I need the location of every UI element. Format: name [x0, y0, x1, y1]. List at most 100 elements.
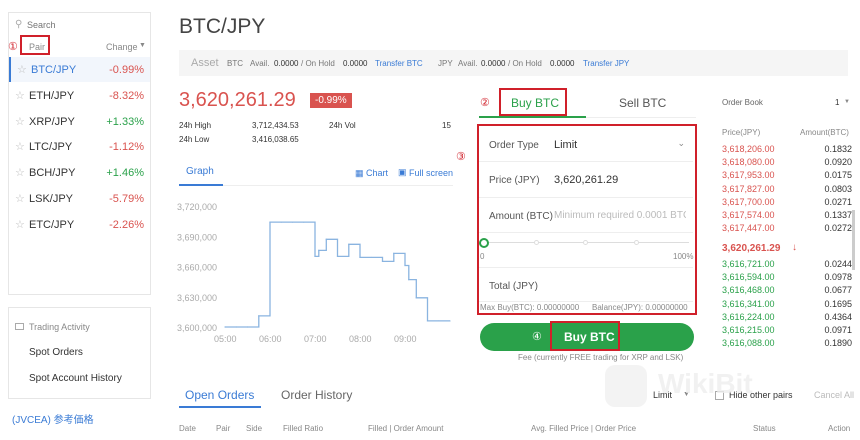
- y-tick-label: 3,690,000: [177, 232, 217, 242]
- jpy-hold-label: / On Hold: [508, 59, 542, 68]
- ask-row[interactable]: 3,618,080.00 0.0920: [722, 156, 852, 169]
- sort-icon[interactable]: ▼: [139, 42, 146, 49]
- ask-amount: 0.0175: [824, 170, 852, 181]
- bid-row[interactable]: 3,616,721.00 0.0244: [722, 258, 852, 271]
- star-icon[interactable]: ☆: [15, 218, 25, 231]
- down-arrow-icon: ↓: [792, 242, 797, 253]
- star-icon[interactable]: ☆: [17, 63, 27, 76]
- pair-row-lsk-jpy[interactable]: ☆ LSK/JPY -5.79%: [9, 186, 150, 211]
- jpy-avail-label: Avail.: [458, 59, 478, 68]
- orderbook-scrollbar[interactable]: [852, 210, 855, 270]
- watermark-text: WikiBit: [658, 368, 753, 399]
- pair-change: +1.46%: [106, 167, 144, 180]
- x-tick-label: 05:00: [214, 334, 237, 344]
- tab-open-orders[interactable]: Open Orders: [185, 388, 254, 402]
- pair-name: LTC/JPY: [29, 141, 73, 154]
- price-point: [314, 255, 316, 258]
- bid-row[interactable]: 3,616,224.00 0.4364: [722, 311, 852, 324]
- ask-row[interactable]: 3,618,206.00 0.1832: [722, 143, 852, 156]
- bid-amount: 0.0978: [824, 272, 852, 283]
- annotation-box-pair: [20, 35, 50, 55]
- change-column-header[interactable]: Change: [106, 42, 138, 52]
- chart-icon[interactable]: ▦: [355, 168, 364, 179]
- pair-name: BTC/JPY: [31, 64, 77, 76]
- star-icon[interactable]: ☆: [15, 140, 25, 153]
- price-point: [348, 243, 350, 245]
- transfer-btc-link[interactable]: Transfer BTC: [375, 59, 423, 68]
- pair-row-eth-jpy[interactable]: ☆ ETH/JPY -8.32%: [9, 83, 150, 108]
- chart-svg: 3,720,000 3,690,000 3,660,000 3,630,000 3,60…: [177, 202, 451, 344]
- ask-row[interactable]: 3,617,953.00 0.0175: [722, 169, 852, 182]
- search-input[interactable]: [27, 17, 142, 33]
- spot-history-link[interactable]: Spot Account History: [29, 373, 122, 384]
- price-point: [303, 221, 305, 223]
- tab-order-history[interactable]: Order History: [281, 388, 352, 402]
- orders-col-header: Filled Ratio: [283, 424, 324, 433]
- star-icon[interactable]: ☆: [15, 192, 25, 205]
- pair-row-xrp-jpy[interactable]: ☆ XRP/JPY +1.33%: [9, 109, 150, 134]
- price-line-series: [225, 221, 450, 328]
- ask-price: 3,617,574.00: [722, 210, 775, 220]
- page-title: BTC/JPY: [179, 15, 266, 38]
- fullscreen-icon[interactable]: ▣: [398, 167, 407, 178]
- price-point: [280, 221, 282, 223]
- transfer-jpy-link[interactable]: Transfer JPY: [583, 59, 629, 68]
- price-point: [449, 320, 451, 322]
- bid-row[interactable]: 3,616,594.00 0.0978: [722, 271, 852, 284]
- price-point: [426, 320, 429, 322]
- depth-select[interactable]: 1: [835, 98, 839, 107]
- ask-amount: 0.0803: [824, 183, 852, 194]
- last-price: 3,620,261.29: [179, 89, 296, 111]
- bid-row[interactable]: 3,616,341.00 0.1695: [722, 298, 852, 311]
- tab-divider: [586, 117, 696, 118]
- price-point: [246, 326, 249, 328]
- depth-chevron-icon[interactable]: ▼: [844, 99, 850, 105]
- buy-tab-underline: [479, 116, 586, 118]
- activity-icon: [15, 323, 24, 330]
- annotation-box-buy-button: [550, 321, 620, 351]
- tab-graph[interactable]: Graph: [186, 166, 214, 177]
- pair-change: -2.26%: [109, 218, 144, 231]
- annotation-4: ④: [532, 331, 542, 343]
- pair-name: ETH/JPY: [29, 89, 75, 102]
- cancel-all-button[interactable]: Cancel All: [814, 390, 854, 400]
- ask-row[interactable]: 3,617,447.00 0.0272: [722, 222, 852, 235]
- price-point: [359, 256, 361, 259]
- bid-row[interactable]: 3,616,215.00 0.0971: [722, 324, 852, 337]
- price-point: [291, 221, 294, 223]
- chart-link[interactable]: Chart: [366, 168, 388, 178]
- price-chart: 3,720,000 3,690,000 3,660,000 3,630,000 3,60…: [175, 195, 455, 350]
- ask-amount: 0.1832: [824, 144, 852, 154]
- price-point: [224, 326, 226, 328]
- bid-row[interactable]: 3,616,468.00 0.0677: [722, 284, 852, 297]
- ask-row[interactable]: 3,617,574.00 0.1337: [722, 209, 852, 222]
- ask-row[interactable]: 3,617,700.00 0.0271: [722, 196, 852, 209]
- bid-row[interactable]: 3,616,088.00 0.1890: [722, 337, 852, 350]
- jvcea-link[interactable]: (JVCEA) 参考価格: [12, 411, 94, 426]
- pair-row-ltc-jpy[interactable]: ☆ LTC/JPY -1.12%: [9, 134, 150, 159]
- ask-price: 3,617,447.00: [722, 223, 775, 234]
- pair-name: BCH/JPY: [29, 167, 76, 180]
- pair-row-btc-jpy[interactable]: ☆ BTC/JPY -0.99%: [9, 57, 150, 82]
- fullscreen-link[interactable]: Full screen: [409, 168, 453, 178]
- price-point: [438, 320, 440, 322]
- search-icon[interactable]: ⚲: [15, 19, 22, 30]
- ask-row[interactable]: 3,617,827.00 0.0803: [722, 183, 852, 196]
- pair-row-bch-jpy[interactable]: ☆ BCH/JPY +1.46%: [9, 160, 150, 185]
- ask-amount: 0.1337: [824, 210, 852, 220]
- star-icon[interactable]: ☆: [15, 166, 25, 179]
- y-tick-label: 3,600,000: [177, 323, 217, 333]
- star-icon[interactable]: ☆: [15, 89, 25, 102]
- bid-price: 3,616,088.00: [722, 338, 775, 349]
- pair-row-etc-jpy[interactable]: ☆ ETC/JPY -2.26%: [9, 212, 150, 237]
- spot-orders-link[interactable]: Spot Orders: [29, 347, 83, 358]
- asset-label: Asset: [191, 57, 219, 69]
- tab-sell-btc[interactable]: Sell BTC: [619, 96, 666, 110]
- bid-price: 3,616,215.00: [722, 325, 775, 335]
- ask-price: 3,617,700.00: [722, 196, 775, 207]
- jpy-avail-value: 0.0000: [481, 59, 506, 68]
- btc-avail-label: Avail.: [250, 59, 270, 68]
- star-icon[interactable]: ☆: [15, 115, 25, 128]
- pair-change: -1.12%: [109, 141, 144, 154]
- ask-price: 3,617,953.00: [722, 170, 775, 181]
